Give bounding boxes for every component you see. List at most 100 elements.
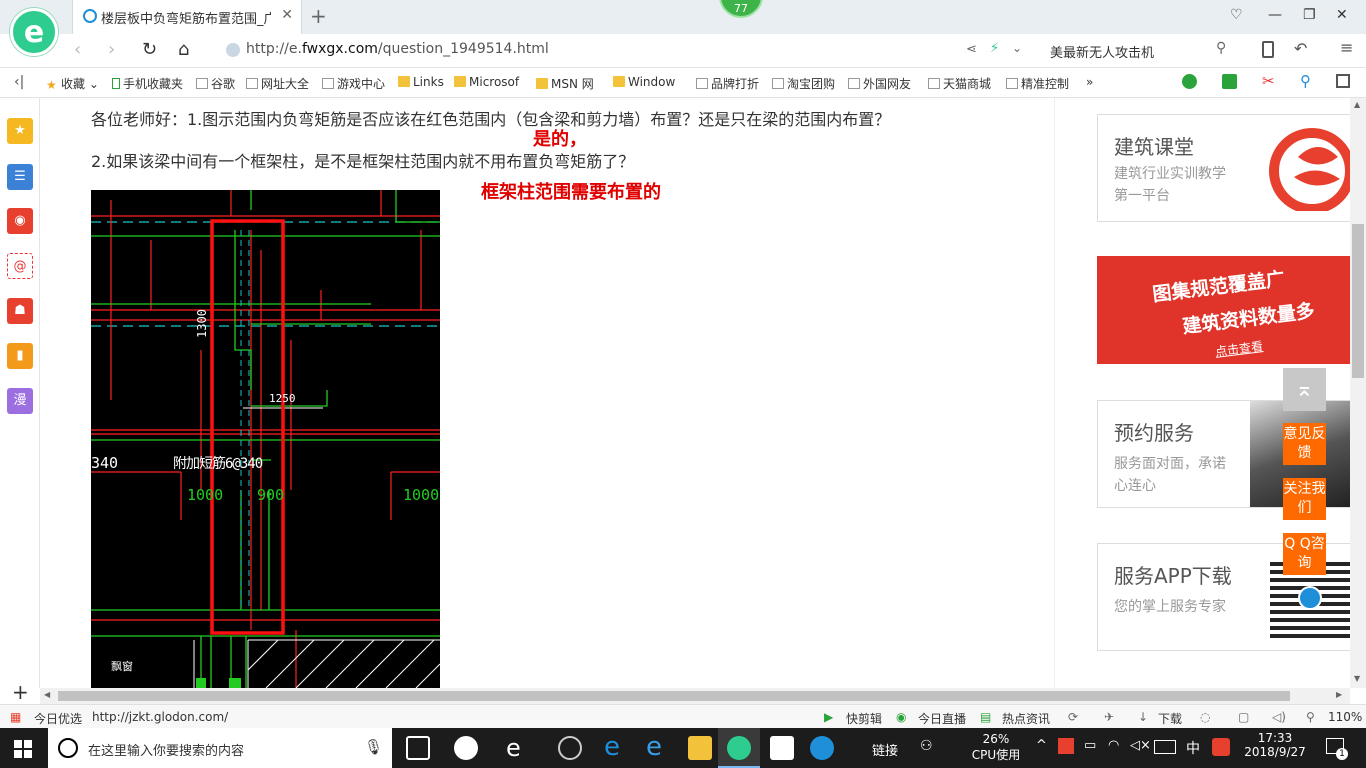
bookmark-item[interactable]: ★ 收藏 ⌄ [46, 75, 99, 92]
more-bookmarks-icon[interactable]: » [1086, 75, 1093, 89]
bookmark-item[interactable]: 网址大全 [246, 75, 309, 92]
tray-expand-icon[interactable]: ^ [1036, 738, 1047, 753]
back-to-top-button[interactable]: ⌅ [1283, 368, 1326, 411]
search-icon[interactable]: ⚲ [1216, 40, 1226, 56]
favorites-star-icon[interactable]: ★ [7, 118, 33, 144]
tab-close-icon[interactable]: ✕ [281, 7, 293, 23]
edge-icon[interactable]: e [604, 732, 620, 762]
menu-icon[interactable]: ≡ [1340, 38, 1353, 57]
bookmark-item[interactable]: 谷歌 [196, 75, 235, 92]
home-icon[interactable]: ⌂ [178, 39, 189, 60]
volume-icon[interactable]: ◁) [1272, 710, 1286, 724]
skin-icon[interactable]: ♡ [1230, 7, 1243, 23]
window-icon[interactable]: ▢ [1238, 710, 1249, 724]
apps-grid-icon[interactable] [1336, 74, 1350, 88]
forward-button[interactable]: › [108, 39, 115, 60]
taskbar-search-box[interactable]: 在这里输入你要搜索的内容 🎙 [48, 728, 392, 768]
zoom-icon[interactable]: ⚲ [1306, 710, 1315, 724]
people-icon[interactable]: ⚇ [920, 738, 933, 754]
bookmark-folder[interactable]: Microsof [454, 75, 519, 89]
search-tool-icon[interactable]: ⚲ [1300, 72, 1311, 90]
reload-icon[interactable]: ↻ [142, 39, 157, 60]
mobile-icon[interactable] [1262, 41, 1274, 58]
close-window-button[interactable]: ✕ [1336, 7, 1348, 23]
bookmark-folder[interactable]: Window [613, 75, 675, 89]
clean-icon[interactable]: ◌ [1200, 710, 1210, 724]
bookmark-item[interactable]: 精准控制 [1006, 75, 1069, 92]
novel-icon[interactable]: ▮ [7, 343, 33, 369]
active-browser-task[interactable] [718, 728, 760, 768]
tray-app-icon[interactable] [1058, 738, 1074, 754]
mute-icon[interactable]: ◁× [1130, 738, 1151, 753]
mail-taskbar-icon[interactable] [770, 736, 794, 760]
windows-start-icon[interactable] [14, 740, 32, 758]
game-icon[interactable]: ☗ [7, 298, 33, 324]
bookmark-item[interactable]: 淘宝团购 [772, 75, 835, 92]
wifi-icon[interactable]: ◠ [1108, 738, 1119, 753]
keyboard-icon[interactable] [1154, 740, 1176, 754]
zoom-level[interactable]: 110% [1328, 710, 1362, 724]
horizontal-scroll-thumb[interactable] [58, 691, 1290, 701]
file-explorer-icon[interactable] [688, 736, 712, 760]
bookmark-item[interactable]: 品牌打折 [696, 75, 759, 92]
feedback-button[interactable]: 意见反馈 [1283, 423, 1326, 465]
browser-taskbar-icon[interactable]: e [506, 734, 521, 762]
search-input[interactable]: 美最新无人攻击机 [1050, 42, 1154, 61]
ie-icon[interactable]: e [646, 732, 662, 762]
glodon-app-icon[interactable] [810, 736, 834, 760]
bookmark-item[interactable]: 外国网友 [848, 75, 911, 92]
share-icon[interactable]: ⋖ [966, 42, 977, 57]
chevron-down-icon[interactable]: ⌄ [1012, 41, 1022, 55]
horizontal-scrollbar[interactable]: ◀ ▶ [40, 688, 1350, 704]
weibo-icon[interactable]: ◉ [7, 208, 33, 234]
translate-icon[interactable] [1222, 74, 1237, 89]
notification-badge[interactable]: 77 [719, 0, 763, 18]
live-link[interactable]: 今日直播 [918, 710, 966, 727]
collapse-sidebar-icon[interactable]: ‹| [14, 74, 24, 90]
today-pick-link[interactable]: 今日优选 [34, 710, 82, 727]
bookmark-item[interactable]: 手机收藏夹 [112, 75, 183, 92]
undo-icon[interactable]: ↶ [1294, 39, 1307, 58]
maximize-button[interactable]: ❐ [1303, 7, 1316, 23]
cpu-meter[interactable]: 26% CPU使用 [966, 732, 1026, 763]
mail-icon[interactable]: @ [7, 253, 33, 279]
refresh-status-icon[interactable]: ⟳ [1068, 710, 1078, 724]
browser-tab[interactable]: 楼层板中负弯矩筋布置范围_广联 ✕ [72, 0, 302, 34]
task-view-icon[interactable] [406, 736, 430, 760]
browser-logo-icon[interactable]: e [10, 8, 58, 56]
gift-icon[interactable]: ▦ [10, 710, 21, 724]
speed-icon[interactable]: ⚡ [990, 41, 999, 56]
ime-indicator[interactable]: 中 [1186, 738, 1200, 758]
ad-card-course[interactable]: 建筑课堂 建筑行业实训教学第一平台 [1097, 114, 1352, 222]
comic-icon[interactable]: 漫 [7, 388, 33, 414]
promo-link[interactable]: 点击查看 [1214, 337, 1264, 360]
vertical-scrollbar[interactable]: ▲ ▼ [1350, 98, 1366, 688]
pin-icon[interactable]: ✈ [1104, 710, 1114, 724]
qq-consult-button[interactable]: Q Q咨询 [1283, 533, 1326, 575]
shield-icon[interactable] [1182, 74, 1197, 89]
bookmark-folder[interactable]: MSN 网 [536, 75, 594, 92]
clock[interactable]: 17:33 2018/9/27 [1238, 731, 1312, 759]
news-icon[interactable]: ☰ [7, 164, 33, 190]
address-bar-row: ‹ › ↻ ⌂ http://e.fwxgx.com/question_1949… [0, 34, 1366, 68]
vertical-scroll-thumb[interactable] [1352, 224, 1364, 378]
bookmark-folder[interactable]: Links [398, 75, 444, 89]
sogou-icon[interactable] [1212, 738, 1230, 756]
ad-banner-standards[interactable]: 图集规范覆盖广 建筑资料数量多 点击查看 [1097, 256, 1351, 364]
spiral-app-icon[interactable] [558, 736, 582, 760]
download-link[interactable]: 下载 [1158, 710, 1182, 727]
news-link[interactable]: 热点资讯 [1002, 710, 1050, 727]
minimize-button[interactable]: — [1268, 7, 1282, 23]
kuaijianji-link[interactable]: 快剪辑 [846, 710, 882, 727]
tray-device-icon[interactable]: ▭ [1084, 738, 1096, 753]
new-tab-button[interactable]: + [310, 4, 327, 28]
link-toolbar[interactable]: 链接 [872, 740, 898, 759]
address-input[interactable]: http://e.fwxgx.com/question_1949514.html [220, 37, 1020, 63]
bookmark-item[interactable]: 天猫商城 [928, 75, 991, 92]
add-sidebar-icon[interactable]: + [12, 680, 29, 704]
pinwheel-app-icon[interactable] [454, 736, 478, 760]
back-button[interactable]: ‹ [74, 39, 81, 60]
scissors-icon[interactable]: ✂ [1262, 72, 1275, 90]
follow-us-button[interactable]: 关注我们 [1283, 478, 1326, 520]
bookmark-item[interactable]: 游戏中心 [322, 75, 385, 92]
